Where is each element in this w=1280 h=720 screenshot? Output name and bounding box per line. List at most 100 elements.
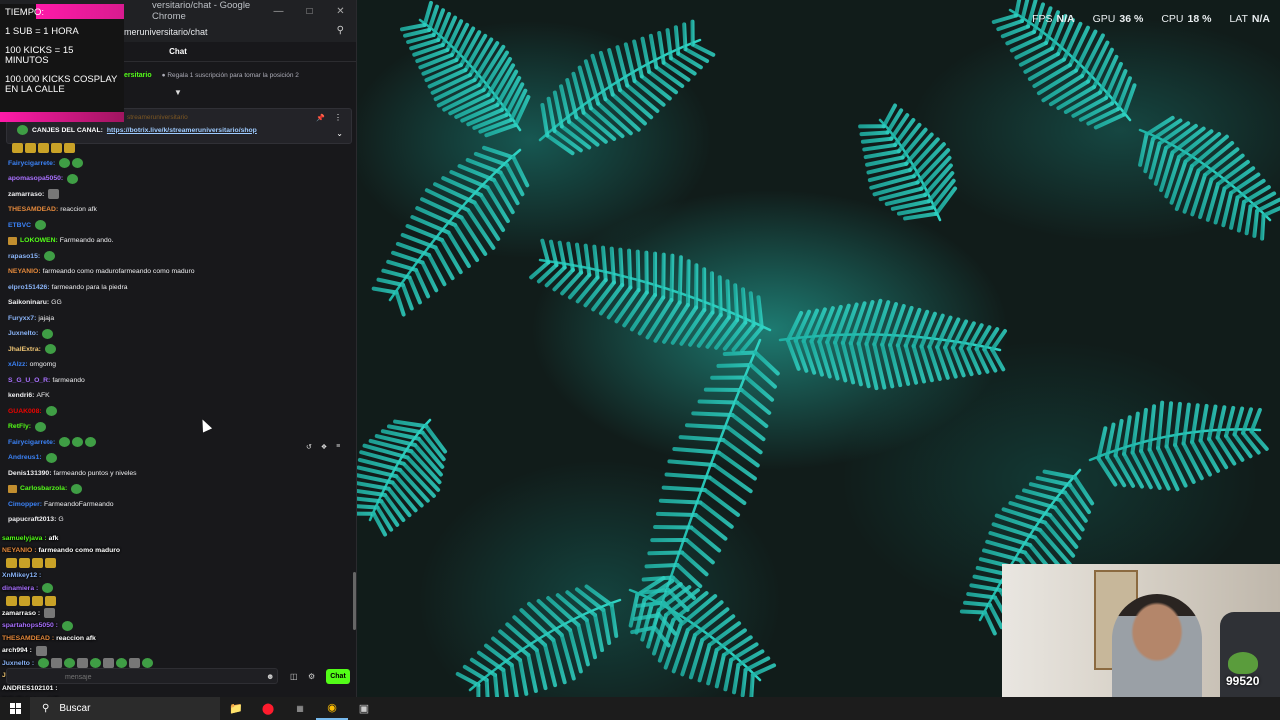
message-username[interactable]: Fairycigarrete:	[8, 439, 55, 446]
maximize-button[interactable]: □	[294, 6, 325, 17]
message-username[interactable]: papucraft2013:	[8, 516, 56, 523]
message-username[interactable]: samuelyjava :	[2, 535, 47, 542]
fern-leaflet	[552, 90, 564, 129]
fern-leaflet	[1063, 490, 1088, 523]
close-button[interactable]: ✕	[325, 6, 356, 17]
emoji-icon[interactable]: ☻	[266, 672, 274, 681]
fern-leaflet	[661, 485, 707, 492]
taskbar-search[interactable]: ⚲ Buscar	[30, 697, 220, 720]
emote-icon	[12, 142, 23, 153]
chat-send-button[interactable]: Chat	[326, 668, 350, 684]
fern-leaflet	[969, 583, 1002, 592]
fern-leaflet	[543, 643, 558, 688]
more-options-icon[interactable]: ⋮	[334, 113, 342, 122]
message-username[interactable]: xAlzz:	[8, 361, 28, 368]
message-text: omgomg	[29, 361, 57, 369]
message-username[interactable]: ETBVC	[8, 222, 31, 229]
message-username[interactable]: S_G_U_O_R:	[8, 377, 50, 384]
app-window-icon[interactable]: ▣	[348, 697, 380, 720]
message-username[interactable]: THESAMDEAD :	[2, 635, 54, 642]
fern-leaflet	[996, 19, 1024, 32]
fern-leaflet	[1190, 440, 1212, 477]
pin-icon[interactable]: ❖	[321, 443, 327, 451]
message-username[interactable]: apomasopa5050:	[8, 175, 63, 182]
scrollbar[interactable]	[353, 572, 356, 630]
message-username[interactable]: arch994 :	[2, 647, 32, 654]
app-icon[interactable]: ▦	[284, 697, 316, 720]
message-username[interactable]: dinamiera :	[2, 585, 38, 592]
fern-leaflet	[732, 663, 741, 695]
fern-leaflet	[863, 149, 901, 160]
file-explorer-icon[interactable]: 📁	[220, 697, 252, 720]
message-username[interactable]: THESAMDEAD:	[8, 206, 58, 213]
overlay-message: arch994 :	[2, 645, 242, 658]
emote-icon	[19, 558, 30, 569]
minimize-button[interactable]: —	[263, 6, 294, 17]
fern-leaflet	[472, 200, 501, 241]
fern-leaflet	[455, 671, 481, 687]
message-username[interactable]: NEYANIO:	[8, 268, 41, 275]
fern-leaflet	[1252, 209, 1259, 238]
overlay-message: zamarraso :	[2, 607, 242, 620]
fern-leaflet	[593, 613, 605, 653]
pin-icon[interactable]: 📌	[316, 114, 325, 122]
message-text: jajaja	[38, 314, 55, 322]
reply-icon[interactable]: ↺	[306, 443, 312, 451]
message-username[interactable]: Cimopper:	[8, 501, 42, 508]
message-username[interactable]: Juxnelto:	[8, 330, 38, 337]
message-username[interactable]: GUAK008:	[8, 408, 42, 415]
gear-icon[interactable]: ⚙	[308, 672, 315, 681]
message-username[interactable]: XnMikey12 :	[2, 572, 41, 579]
message-text: AFK	[36, 392, 50, 400]
chat-message: GUAK008:	[8, 404, 350, 420]
perf-fps: FPS N/A	[1032, 13, 1075, 25]
message-text: farmeando como madurofarmeando como madu…	[42, 268, 195, 276]
emote-icon	[85, 437, 97, 448]
pinned-link[interactable]: https://botrix.live/k/streameruniversita…	[107, 127, 257, 134]
chat-message: Saikoninaru: GG	[8, 295, 350, 311]
fern-leaflet	[725, 279, 731, 320]
message-username[interactable]: Saikoninaru:	[8, 299, 49, 306]
fern-leaflet	[583, 243, 592, 277]
message-username[interactable]: spartahops5050 :	[2, 622, 58, 629]
fern-leaflet	[1198, 403, 1209, 443]
opera-icon[interactable]: ⬤	[252, 697, 284, 720]
chat-input[interactable]	[6, 668, 278, 684]
fern-leaflet	[1139, 407, 1148, 453]
emote-icon	[71, 483, 83, 494]
start-button[interactable]	[0, 697, 30, 720]
message-username[interactable]: Furyxx7:	[8, 315, 36, 322]
emote-icon	[35, 645, 47, 656]
message-username[interactable]: zamarraso :	[2, 610, 40, 617]
performance-overlay: FPS N/A GPU 36 % CPU 18 % LAT N/A	[1032, 13, 1270, 25]
gift-icon[interactable]: ◫	[290, 672, 298, 681]
message-username[interactable]: JhalExtra:	[8, 346, 41, 353]
fern-leaflet	[1138, 132, 1149, 167]
message-text: GG	[51, 299, 62, 307]
fern-leaflet	[1244, 204, 1253, 236]
fern-leaflet	[609, 246, 616, 285]
chrome-icon[interactable]: ◉	[316, 697, 348, 720]
fern-leaflet	[546, 96, 557, 133]
menu-icon[interactable]: ≡	[336, 443, 340, 451]
fern-leaflet	[1068, 483, 1091, 515]
chat-message: rapaso15:	[8, 249, 350, 265]
message-username[interactable]: NEYANIO :	[2, 547, 37, 554]
message-username[interactable]: Fairycigarrete:	[8, 160, 55, 167]
message-username[interactable]: Andreus1:	[8, 454, 42, 461]
fern-leaflet	[601, 608, 612, 646]
fern-leaflet	[959, 609, 987, 615]
search-icon[interactable]: ⚲	[337, 25, 344, 36]
message-username[interactable]: elpro151426:	[8, 284, 50, 291]
message-username[interactable]: Carlosbarzola:	[20, 485, 67, 492]
message-username[interactable]: zamarraso:	[8, 191, 44, 198]
message-username[interactable]: kendri6:	[8, 392, 34, 399]
emote-icon	[59, 158, 71, 169]
perf-gpu: GPU 36 %	[1092, 13, 1144, 25]
message-username[interactable]: LOKOWEN:	[20, 237, 58, 244]
chevron-down-icon[interactable]: ⌄	[336, 129, 343, 138]
message-username[interactable]: Denis131390:	[8, 470, 51, 477]
goal-sub: 1 SUB = 1 HORA	[5, 25, 79, 37]
message-username[interactable]: RetFly:	[8, 423, 31, 430]
message-username[interactable]: rapaso15:	[8, 253, 40, 260]
